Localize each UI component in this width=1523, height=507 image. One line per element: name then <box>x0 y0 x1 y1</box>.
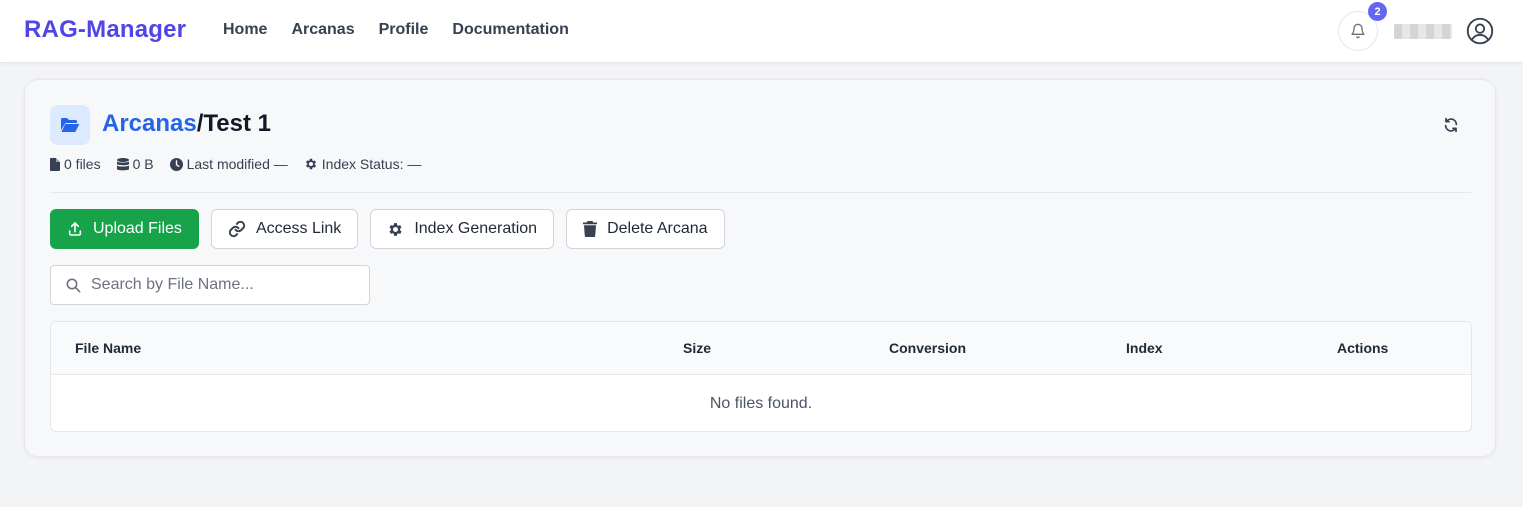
column-index[interactable]: Index <box>1126 340 1163 356</box>
link-icon <box>228 220 245 238</box>
user-circle-icon[interactable] <box>1466 17 1494 45</box>
upload-files-label: Upload Files <box>93 220 182 237</box>
meta-files-text: 0 files <box>64 156 101 172</box>
meta-index-status: Index Status: — <box>304 156 422 172</box>
gear-icon <box>305 158 316 170</box>
trash-icon <box>583 221 598 237</box>
header-divider <box>50 192 1471 193</box>
delete-arcana-label: Delete Arcana <box>607 220 708 237</box>
meta-files: 0 files <box>50 156 101 172</box>
meta-size: 0 B <box>116 156 154 172</box>
index-generation-label: Index Generation <box>414 220 538 237</box>
delete-arcana-button[interactable]: Delete Arcana <box>566 209 725 249</box>
empty-state-message: No files found. <box>709 394 813 412</box>
upload-icon <box>68 222 82 236</box>
refresh-button[interactable] <box>1441 115 1461 135</box>
index-generation-button[interactable]: Index Generation <box>370 209 555 249</box>
file-icon <box>50 157 60 171</box>
column-size[interactable]: Size <box>683 340 711 356</box>
nav-arcanas[interactable]: Arcanas <box>291 21 354 39</box>
meta-last-modified-text: Last modified — <box>186 156 288 172</box>
arcana-detail-card: Arcanas/Test 1 0 files 0 B Last modified… <box>24 79 1496 457</box>
meta-size-text: 0 B <box>132 156 154 172</box>
files-table: File Name Size Conversion Index Actions … <box>50 321 1472 432</box>
column-actions: Actions <box>1337 340 1389 356</box>
nav-profile[interactable]: Profile <box>379 21 429 39</box>
page-title: Arcanas/Test 1 <box>102 110 271 138</box>
breadcrumb-current: Test 1 <box>203 110 271 137</box>
refresh-icon <box>1444 117 1458 133</box>
folder-open-icon <box>61 118 80 132</box>
folder-badge <box>50 105 90 145</box>
nav-links: Home Arcanas Profile Documentation <box>223 21 569 39</box>
breadcrumb-arcanas-link[interactable]: Arcanas <box>102 110 197 137</box>
nav-home[interactable]: Home <box>223 21 267 39</box>
search-icon <box>66 278 81 293</box>
brand-logo[interactable]: RAG-Manager <box>24 16 186 44</box>
top-navbar: RAG-Manager Home Arcanas Profile Documen… <box>0 0 1523 63</box>
search-input[interactable] <box>91 276 351 294</box>
access-link-label: Access Link <box>255 220 342 237</box>
notification-badge: 2 <box>1368 2 1387 21</box>
clock-icon <box>169 157 183 171</box>
table-header: File Name Size Conversion Index Actions <box>51 322 1471 375</box>
bell-icon <box>1351 23 1365 39</box>
upload-files-button[interactable]: Upload Files <box>50 209 199 249</box>
database-icon <box>116 157 129 170</box>
nav-documentation[interactable]: Documentation <box>452 21 568 39</box>
meta-index-status-text: Index Status: — <box>321 156 422 172</box>
column-file-name[interactable]: File Name <box>75 340 141 356</box>
gear-icon <box>389 222 402 236</box>
file-search <box>50 265 370 305</box>
access-link-button[interactable]: Access Link <box>210 209 359 249</box>
arcana-meta: 0 files 0 B Last modified — Index Status… <box>50 156 421 172</box>
column-conversion[interactable]: Conversion <box>889 340 966 356</box>
action-bar: Upload Files Access Link Index Generatio… <box>50 209 725 249</box>
meta-last-modified: Last modified — <box>169 156 288 172</box>
username-redacted <box>1394 24 1452 39</box>
